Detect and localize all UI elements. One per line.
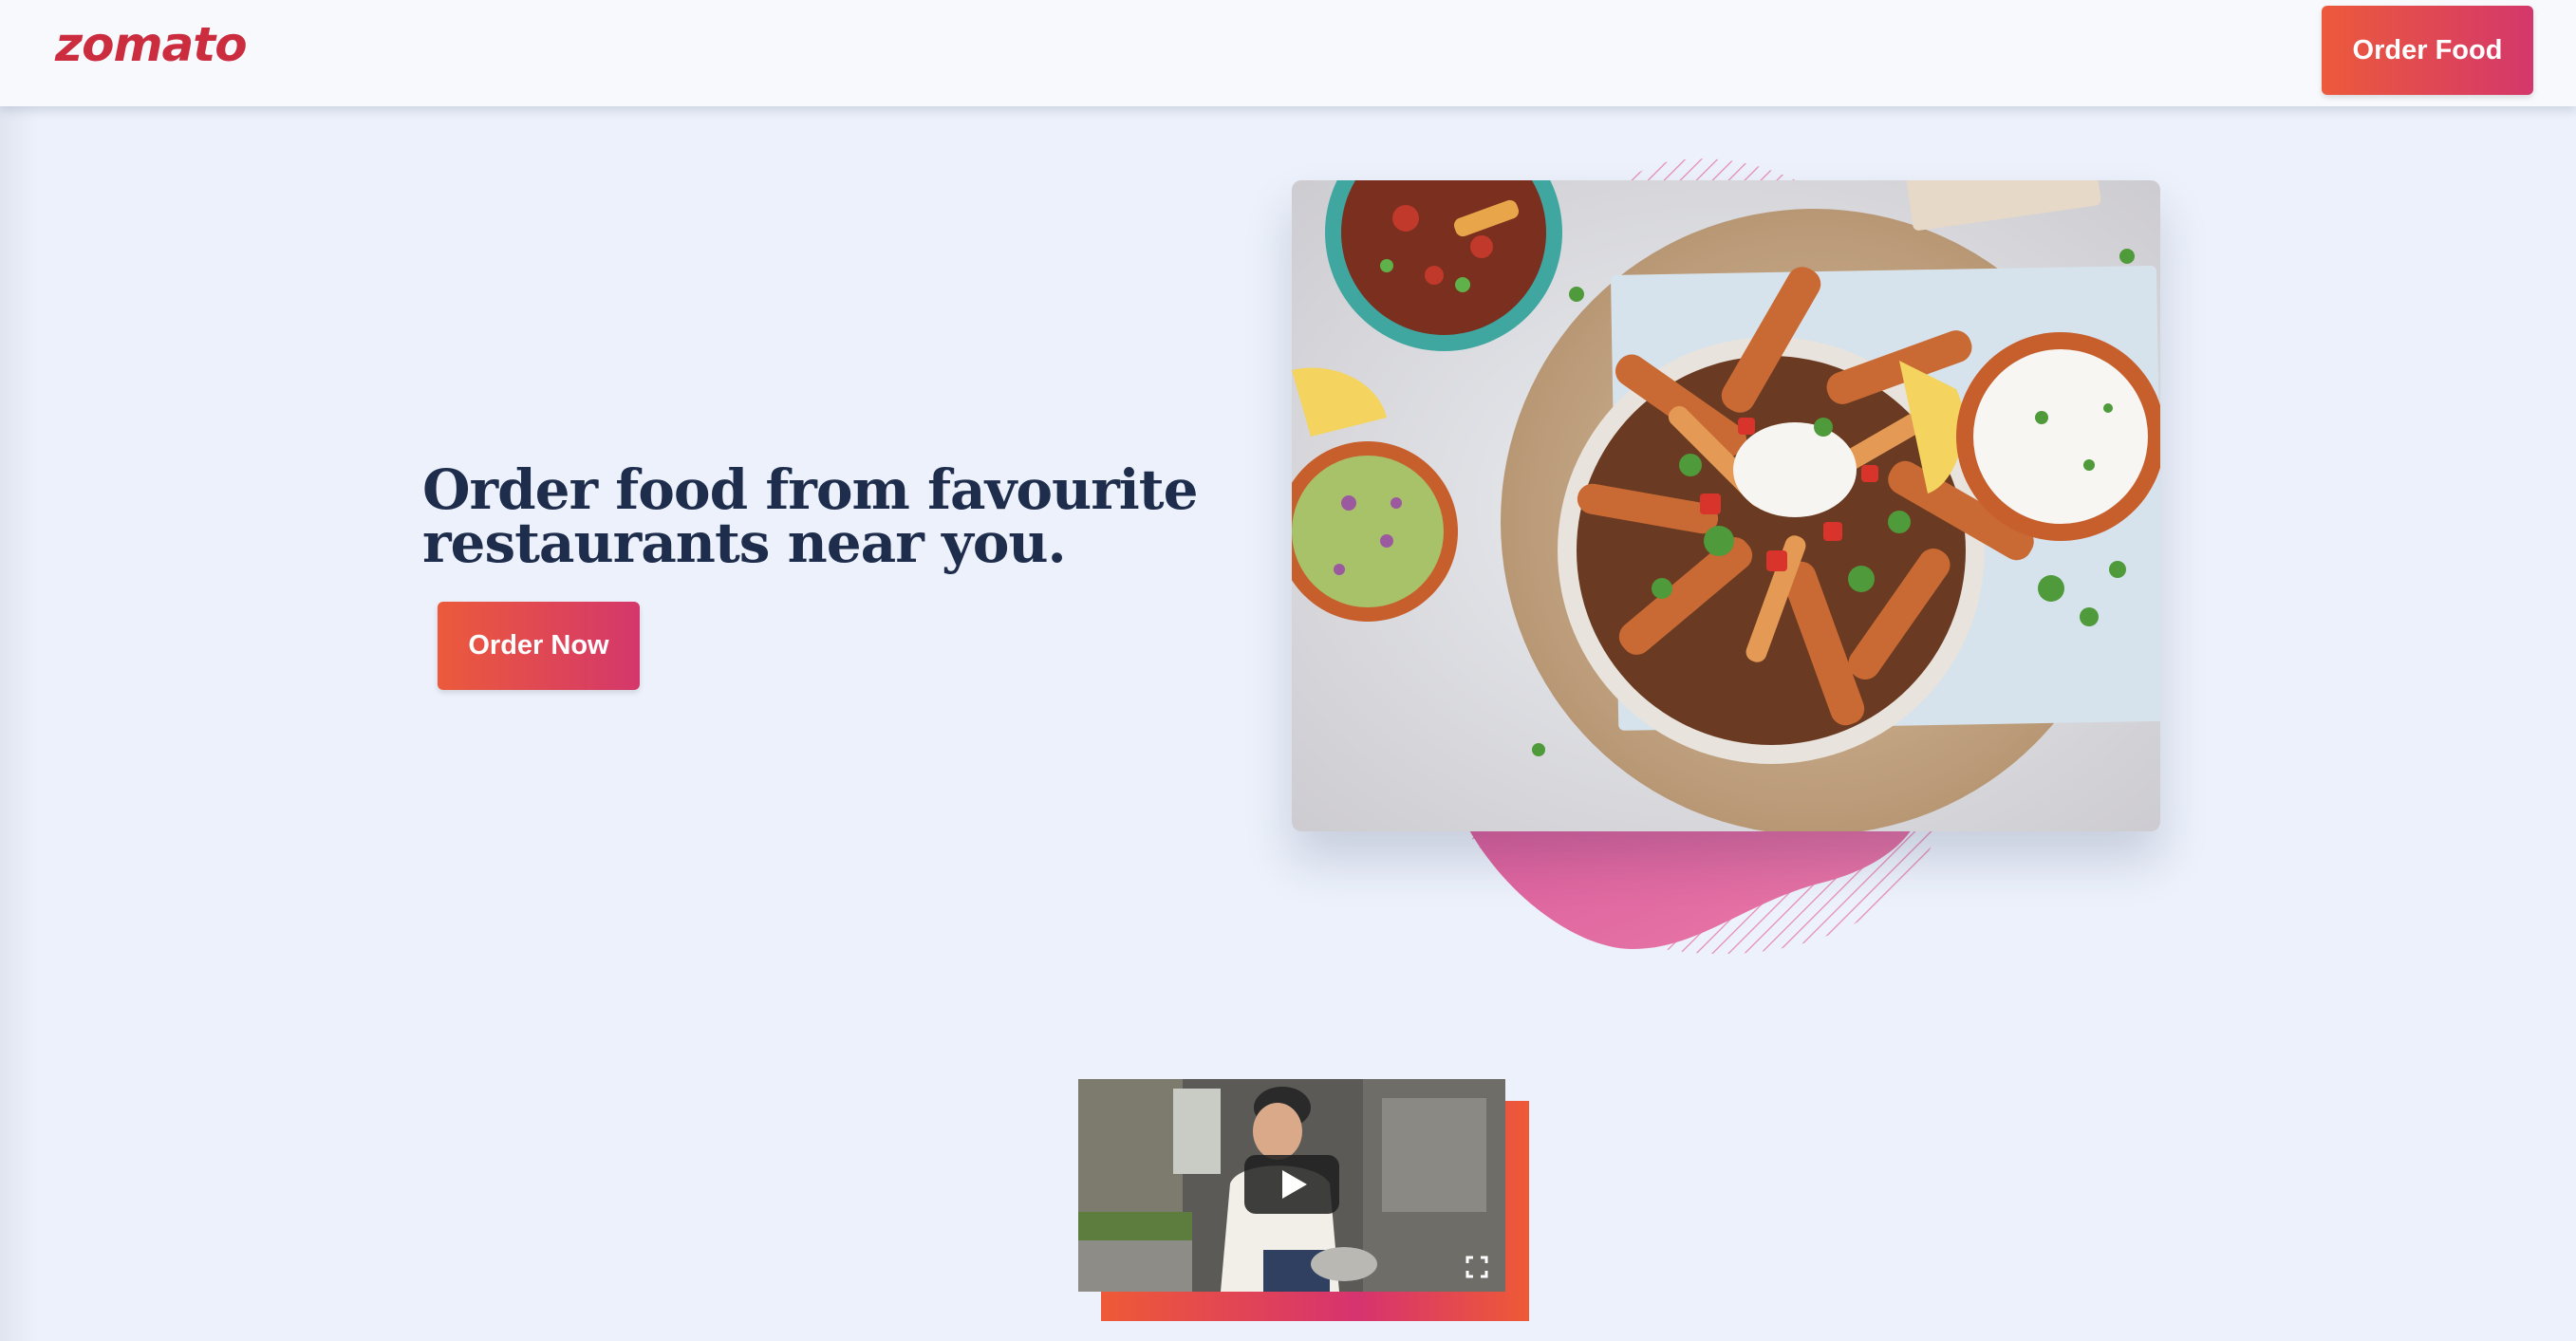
food-platter-image <box>1292 180 2160 831</box>
page-edge-shade <box>0 0 38 1341</box>
hero-headline: Order food from favourite restaurants ne… <box>422 462 1220 570</box>
chef-video-player[interactable] <box>1078 1079 1505 1292</box>
order-now-button[interactable]: Order Now <box>438 602 640 690</box>
order-food-button[interactable]: Order Food <box>2322 6 2533 95</box>
top-navbar: zomato Order Food <box>0 0 2576 106</box>
zomato-logo[interactable]: zomato <box>55 17 248 72</box>
hero-headline-line2: restaurants near you. <box>422 511 1067 575</box>
play-icon <box>1282 1170 1307 1199</box>
play-button[interactable] <box>1244 1155 1339 1214</box>
fullscreen-icon[interactable] <box>1465 1256 1488 1278</box>
